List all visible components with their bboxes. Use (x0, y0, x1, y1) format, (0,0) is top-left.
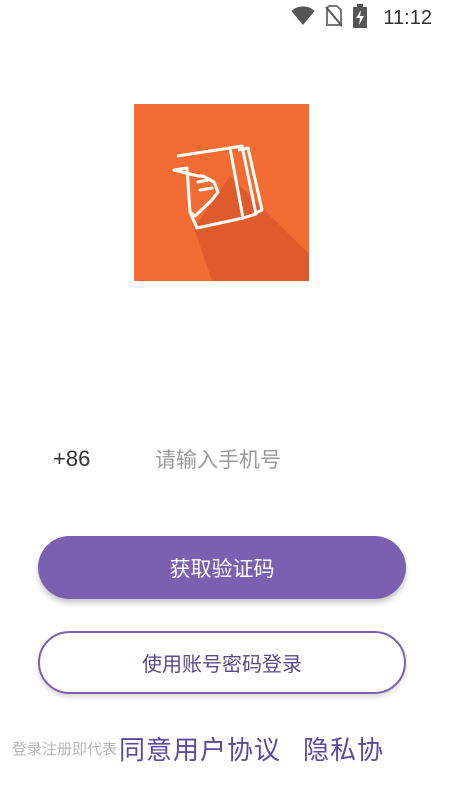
account-password-login-button[interactable]: 使用账号密码登录 (38, 631, 406, 694)
status-time: 11:12 (383, 6, 432, 29)
phone-number-input[interactable] (155, 440, 415, 480)
agreement-prefix: 登录注册即代表 (12, 739, 118, 758)
agreement-notice: 登录注册即代表 同意用户协议 隐私协 (12, 728, 442, 768)
get-code-button[interactable]: 获取验证码 (38, 536, 406, 599)
battery-charging-icon (353, 4, 368, 32)
user-agreement-link[interactable]: 同意用户协议 (119, 730, 281, 767)
app-logo (134, 104, 309, 281)
wifi-icon (291, 6, 315, 30)
status-bar: 11:12 (0, 0, 450, 36)
login-screen: 11:12 +86 获取验证码 使用账号密码登录 登录注册即代表 同意用户协议 … (0, 0, 450, 799)
no-sim-icon (325, 5, 344, 31)
phone-entry-row: +86 (0, 432, 450, 488)
document-hand-icon (134, 104, 309, 281)
privacy-policy-link[interactable]: 隐私协 (303, 730, 384, 767)
country-code[interactable]: +86 (53, 446, 90, 472)
